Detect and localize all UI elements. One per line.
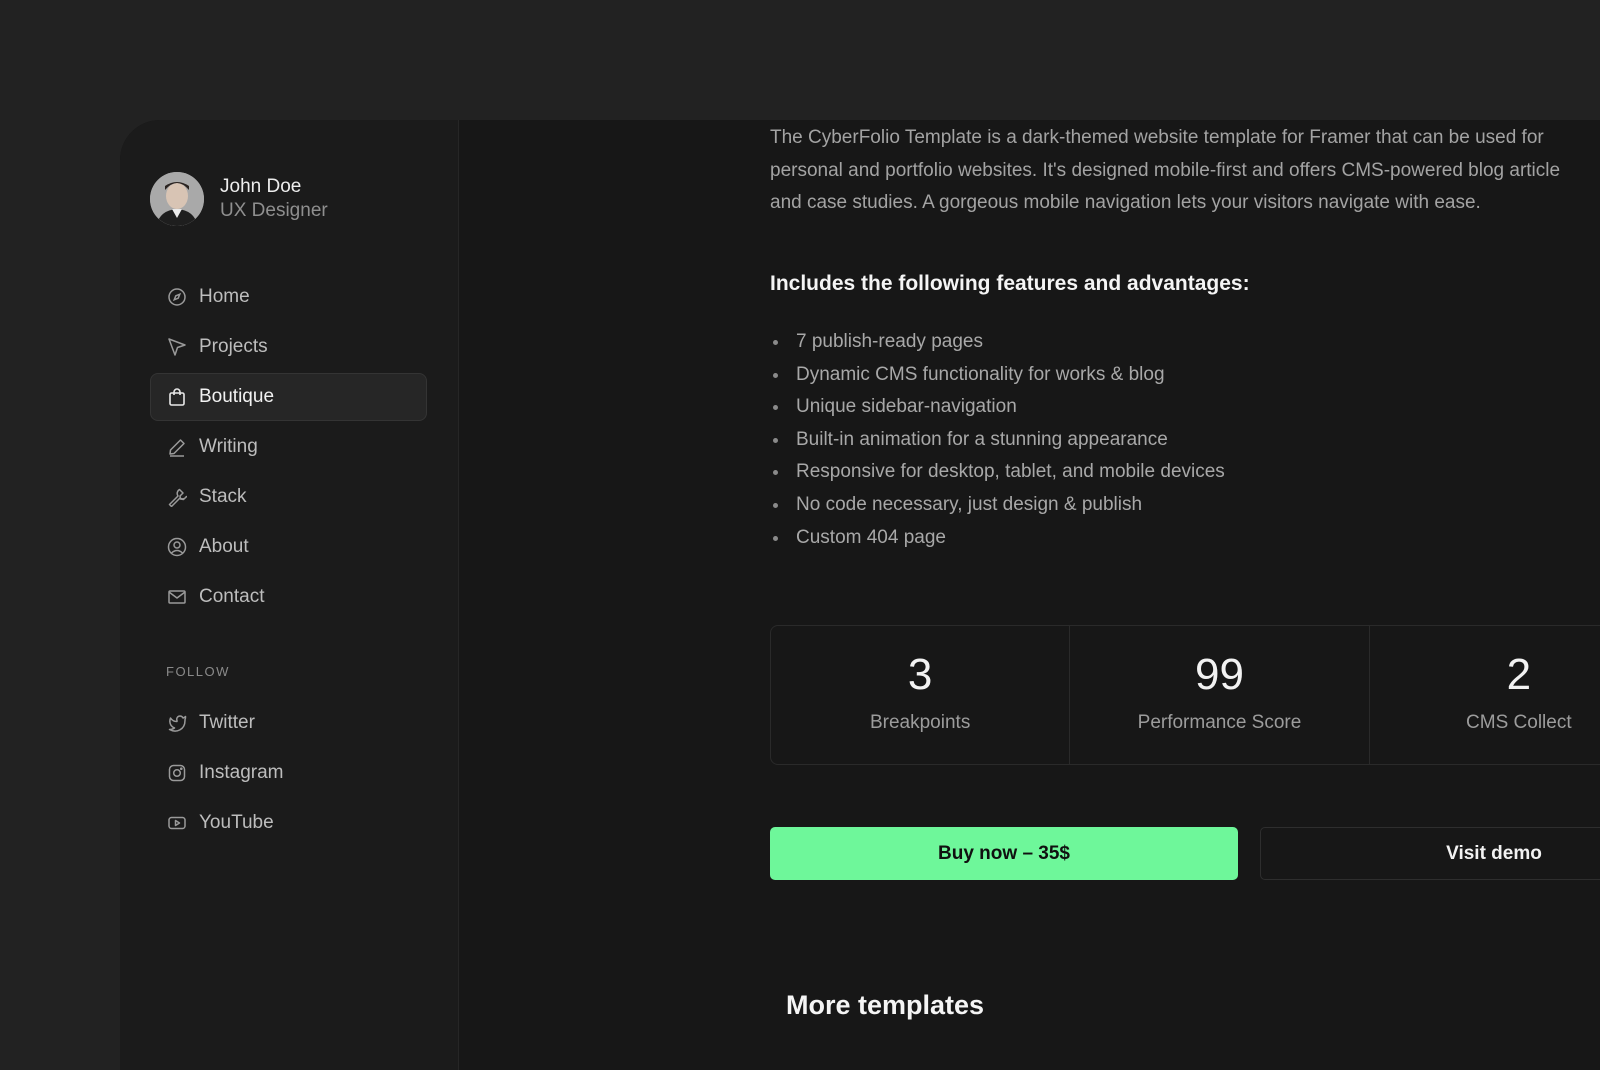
- stat-value: 99: [1195, 650, 1244, 699]
- nav-item-stack[interactable]: Stack: [150, 473, 427, 521]
- nav-item-home[interactable]: Home: [150, 273, 427, 321]
- stat-label: Breakpoints: [869, 712, 971, 733]
- stat-value: 2: [1506, 650, 1532, 699]
- user-circle-icon: [167, 537, 187, 557]
- features-list: 7 publish-ready pages Dynamic CMS functi…: [770, 326, 1225, 554]
- profile-role: UX Designer: [220, 200, 328, 221]
- nav-label: Stack: [199, 486, 247, 507]
- nav-item-about[interactable]: About: [150, 523, 427, 571]
- intro-line: personal and portfolio websites. It's de…: [770, 159, 1561, 181]
- visit-demo-button[interactable]: Visit demo: [1260, 827, 1600, 880]
- profile[interactable]: John Doe UX Designer: [150, 172, 328, 226]
- feature-item: Unique sidebar-navigation: [770, 391, 1225, 424]
- feature-item: Custom 404 page: [770, 522, 1225, 555]
- feature-item: Responsive for desktop, tablet, and mobi…: [770, 456, 1225, 489]
- nav-item-writing[interactable]: Writing: [150, 423, 427, 471]
- social-link-instagram[interactable]: Instagram: [150, 749, 427, 797]
- nav-label: Projects: [199, 336, 268, 357]
- pen-icon: [167, 437, 187, 457]
- social-link-twitter[interactable]: Twitter: [150, 699, 427, 747]
- mail-icon: [167, 587, 187, 607]
- stat-performance-score: 99 Performance Score: [1070, 626, 1370, 764]
- avatar: [150, 172, 204, 226]
- nav-label: Boutique: [199, 386, 275, 407]
- feature-item: No code necessary, just design & publish: [770, 489, 1225, 522]
- intro-line: The CyberFolio Template is a dark-themed…: [770, 127, 1544, 148]
- main-content: The CyberFolio Template is a dark-themed…: [770, 120, 1600, 1070]
- follow-heading: FOLLOW: [166, 664, 230, 679]
- sidebar: John Doe UX Designer Home Projects Bouti…: [120, 120, 459, 1070]
- intro-line: and case studies. A gorgeous mobile navi…: [770, 192, 1481, 213]
- nav-label: Writing: [199, 436, 258, 457]
- nav-label: Home: [199, 286, 250, 307]
- more-templates-heading: More templates: [786, 990, 985, 1020]
- send-icon: [167, 337, 187, 357]
- stats-panel: 3 Breakpoints 99 Performance Score 2 CMS…: [770, 625, 1600, 765]
- intro-paragraph: The CyberFolio Template is a dark-themed…: [770, 122, 1600, 220]
- feature-item: Built-in animation for a stunning appear…: [770, 424, 1225, 457]
- profile-name: John Doe: [220, 176, 302, 197]
- compass-icon: [167, 287, 187, 307]
- social-label: Twitter: [199, 712, 255, 733]
- wrench-icon: [167, 487, 187, 507]
- stat-label: CMS Collect: [1466, 712, 1572, 733]
- social-link-youtube[interactable]: YouTube: [150, 799, 427, 847]
- nav-item-contact[interactable]: Contact: [150, 573, 427, 621]
- features-heading: Includes the following features and adva…: [770, 272, 1250, 295]
- youtube-icon: [167, 813, 187, 833]
- nav-label: Contact: [199, 586, 265, 607]
- buy-now-button[interactable]: Buy now – 35$: [770, 827, 1238, 880]
- feature-item: Dynamic CMS functionality for works & bl…: [770, 359, 1225, 392]
- social-label: Instagram: [199, 762, 284, 783]
- app-window: John Doe UX Designer Home Projects Bouti…: [120, 120, 1600, 1070]
- shopping-bag-icon: [167, 387, 187, 407]
- stat-cms-collections: 2 CMS Collect: [1370, 626, 1600, 764]
- stat-label: Performance Score: [1137, 712, 1302, 733]
- nav-item-boutique[interactable]: Boutique: [150, 373, 427, 421]
- feature-item: 7 publish-ready pages: [770, 326, 1225, 359]
- twitter-icon: [167, 713, 187, 733]
- social-label: YouTube: [199, 812, 274, 833]
- nav-item-projects[interactable]: Projects: [150, 323, 427, 371]
- stat-value: 3: [907, 650, 933, 699]
- nav-label: About: [199, 536, 249, 557]
- instagram-icon: [167, 763, 187, 783]
- stat-breakpoints: 3 Breakpoints: [771, 626, 1071, 764]
